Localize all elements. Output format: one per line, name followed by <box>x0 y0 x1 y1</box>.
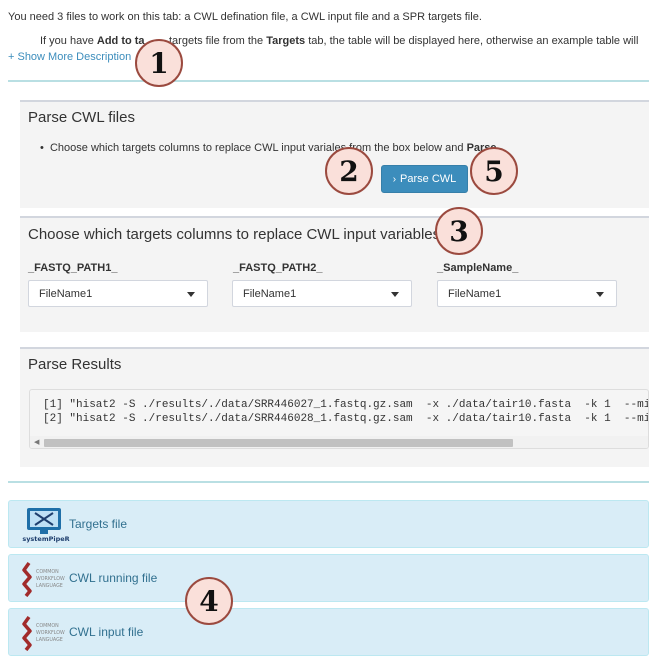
intro-bullet-bold2: Targets <box>266 35 306 47</box>
columns-panel: Choose which targets columns to replace … <box>20 216 649 332</box>
annotation-badge-1: 1 <box>135 39 183 87</box>
section-divider <box>8 481 649 483</box>
parse-instruction: • Choose which targets columns to replac… <box>40 142 500 154</box>
systempiper-logo-text: systemPipeR <box>22 535 69 543</box>
cwl-running-file-panel[interactable]: COMMON WORKFLOW LANGUAGE CWL running fil… <box>8 554 649 602</box>
parse-results-output[interactable]: [1] "hisat2 -S ./results/./data/SRR44602… <box>29 389 649 449</box>
result-line: [1] "hisat2 -S ./results/./data/SRR44602… <box>43 399 649 411</box>
annotation-badge-3: 3 <box>435 207 483 255</box>
horizontal-scrollbar[interactable]: ◀ <box>30 436 648 448</box>
parse-results-title: Parse Results <box>28 356 122 373</box>
annotation-badge-5: 5 <box>470 147 518 195</box>
scrollbar-thumb[interactable] <box>44 439 513 447</box>
result-line: [2] "hisat2 -S ./results/./data/SRR44602… <box>43 413 649 425</box>
cwl-input-file-panel[interactable]: COMMON WORKFLOW LANGUAGE CWL input file <box>8 608 649 656</box>
intro-bullet: If you have Add to ta targets file from … <box>28 35 649 47</box>
columns-title: Choose which targets columns to replace … <box>28 226 445 243</box>
sample-name-select[interactable]: FileName1 <box>437 280 617 307</box>
caret-down-icon <box>391 292 399 297</box>
targets-file-panel[interactable]: systemPipeR Targets file <box>8 500 649 548</box>
column-label-sample-name: _SampleName_ <box>437 262 519 274</box>
cwl-logo-icon: COMMON WORKFLOW LANGUAGE <box>22 561 65 597</box>
section-divider <box>8 80 649 82</box>
parse-cwl-title: Parse CWL files <box>28 109 135 126</box>
column-label-fastq-path1: _FASTQ_PATH1_ <box>28 262 118 274</box>
column-label-fastq-path2: _FASTQ_PATH2_ <box>233 262 323 274</box>
caret-down-icon <box>596 292 604 297</box>
parse-instruction-pre: Choose which targets columns to replace … <box>49 142 333 154</box>
intro-text: You need 3 files to work on this tab: a … <box>8 11 482 23</box>
cwl-running-file-title: CWL running file <box>69 571 158 585</box>
intro-bullet-post: tab, the table will be displayed here, o… <box>305 35 639 47</box>
targets-file-title: Targets file <box>69 517 128 531</box>
parse-cwl-button[interactable]: › Parse CWL <box>381 165 468 193</box>
cwl-logo-text-3: LANGUAGE <box>36 637 63 643</box>
sample-name-value: FileName1 <box>448 287 502 300</box>
caret-down-icon <box>187 292 195 297</box>
cwl-logo-text-2: WORKFLOW <box>36 630 65 636</box>
annotation-badge-2: 2 <box>325 147 373 195</box>
intro-bullet-bold1: Add to ta <box>96 35 145 47</box>
intro-bullet-pre: If you have <box>40 35 97 47</box>
parse-instruction-bullet: • <box>40 142 50 154</box>
fastq-path1-value: FileName1 <box>39 287 93 300</box>
annotation-badge-4: 4 <box>185 577 233 625</box>
cwl-logo-text-2: WORKFLOW <box>36 576 65 582</box>
fastq-path2-value: FileName1 <box>243 287 297 300</box>
cwl-logo-icon: COMMON WORKFLOW LANGUAGE <box>22 615 65 651</box>
cwl-logo-text-1: COMMON <box>36 569 59 575</box>
systempiper-logo-icon: systemPipeR <box>22 508 70 543</box>
scroll-left-arrow-icon[interactable]: ◀ <box>34 438 39 446</box>
chevron-right-icon: › <box>392 173 397 185</box>
show-more-description-link[interactable]: + Show More Description <box>8 51 131 63</box>
cwl-logo-text-3: LANGUAGE <box>36 583 63 589</box>
parse-cwl-button-label: Parse CWL <box>400 173 457 185</box>
fastq-path2-select[interactable]: FileName1 <box>232 280 412 307</box>
cwl-logo-text-1: COMMON <box>36 623 59 629</box>
intro-bullet-mid: targets file from the <box>169 35 267 47</box>
cwl-input-file-title: CWL input file <box>69 625 144 639</box>
fastq-path1-select[interactable]: FileName1 <box>28 280 208 307</box>
